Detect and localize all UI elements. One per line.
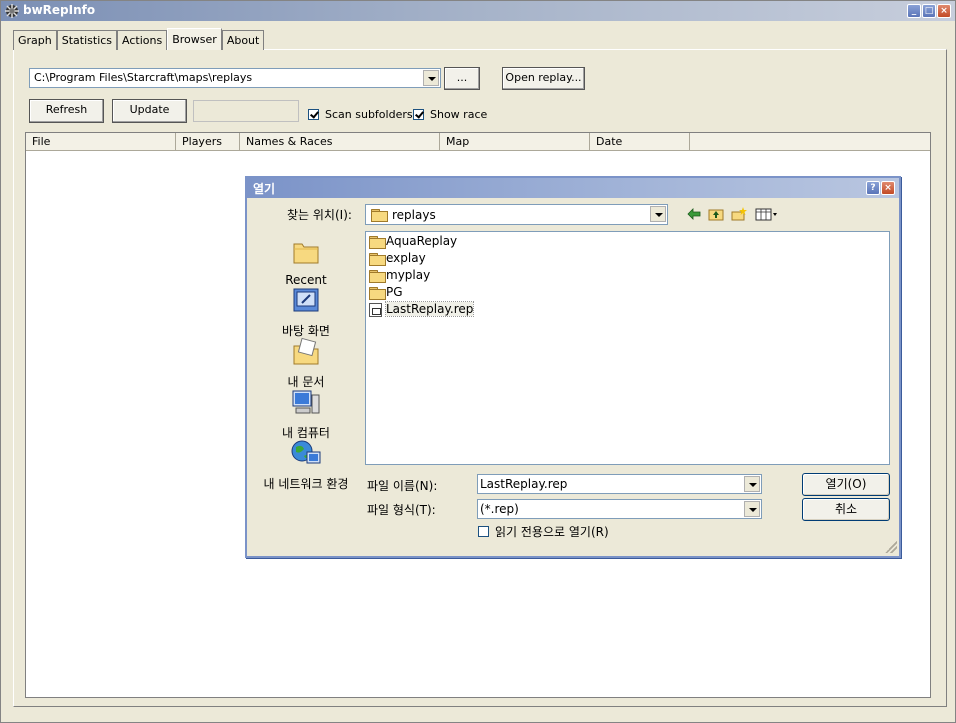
dialog-title: 열기 (253, 182, 276, 196)
resize-grip[interactable] (885, 541, 897, 553)
column-names-races[interactable]: Names & Races (240, 133, 440, 151)
look-in-combo[interactable]: replays (365, 204, 668, 225)
dialog-file-list[interactable]: AquaReplay explay myplay PG LastReplay.r… (365, 231, 890, 465)
column-filler (690, 133, 930, 151)
app-icon (5, 4, 19, 18)
update-button[interactable]: Update (112, 99, 187, 123)
filename-input[interactable]: LastReplay.rep (477, 474, 762, 494)
dialog-open-button[interactable]: 열기(O) (802, 473, 890, 496)
place-network[interactable]: 내 네트워크 환경 (258, 438, 354, 492)
tab-statistics[interactable]: Statistics (56, 30, 118, 50)
place-my-computer[interactable]: 내 컴퓨터 (258, 387, 354, 441)
network-globe-icon (291, 440, 321, 464)
view-menu-icon[interactable] (755, 207, 779, 221)
replay-path-combo[interactable]: C:\Program Files\Starcraft\maps\replays (29, 68, 441, 88)
chevron-down-icon[interactable] (744, 476, 760, 492)
filetype-value: (*.rep) (480, 502, 519, 516)
my-computer-icon (292, 390, 320, 414)
show-race-label: Show race (430, 108, 488, 121)
tab-about[interactable]: About (221, 30, 265, 50)
readonly-checkbox[interactable] (478, 526, 489, 537)
window-title: bwRepInfo (23, 3, 96, 17)
file-name: explay (386, 251, 426, 265)
folder-icon (369, 236, 386, 249)
chevron-down-icon[interactable] (744, 501, 760, 517)
filename-value: LastReplay.rep (480, 477, 568, 491)
folder-icon (369, 253, 386, 266)
dialog-cancel-button[interactable]: 취소 (802, 498, 890, 521)
filename-label: 파일 이름(N): (367, 479, 438, 493)
help-icon[interactable]: ? (866, 181, 880, 195)
look-in-value: replays (392, 208, 436, 222)
close-button[interactable]: × (937, 4, 951, 18)
minimize-button[interactable]: _ (907, 4, 921, 18)
progress-box (193, 100, 299, 122)
column-players[interactable]: Players (176, 133, 240, 151)
file-name: LastReplay.rep (384, 301, 475, 317)
file-name: AquaReplay (386, 234, 458, 248)
dialog-close-button[interactable]: × (881, 181, 895, 195)
my-documents-icon (293, 337, 319, 365)
tab-browser[interactable]: Browser (167, 28, 222, 50)
maximize-button[interactable]: □ (922, 4, 936, 18)
scan-subfolders-checkbox[interactable] (308, 109, 319, 120)
filetype-select[interactable]: (*.rep) (477, 499, 762, 519)
replay-path-value: C:\Program Files\Starcraft\maps\replays (34, 71, 253, 84)
show-race-checkbox[interactable] (413, 109, 424, 120)
place-recent[interactable]: Recent (258, 236, 354, 287)
folder-icon (369, 287, 386, 300)
column-date[interactable]: Date (590, 133, 690, 151)
readonly-label: 읽기 전용으로 열기(R) (495, 525, 609, 539)
tab-bar: Graph Statistics Actions Browser About (13, 28, 265, 50)
place-desktop[interactable]: 바탕 화면 (258, 285, 354, 339)
new-folder-icon[interactable] (731, 207, 747, 221)
chevron-down-icon[interactable] (423, 70, 439, 86)
open-replay-button[interactable]: Open replay... (502, 67, 585, 90)
replay-list-header: File Players Names & Races Map Date (26, 133, 930, 151)
tab-graph[interactable]: Graph (13, 30, 57, 50)
file-name: PG (386, 285, 403, 299)
recent-folder-icon (293, 243, 319, 264)
replay-file-icon (369, 303, 382, 317)
scan-subfolders-label: Scan subfolders (325, 108, 413, 121)
look-in-label: 찾는 위치(I): (287, 208, 352, 222)
up-folder-icon[interactable] (708, 207, 724, 221)
folder-icon (369, 270, 386, 283)
browse-button[interactable]: ... (444, 67, 480, 90)
place-my-documents[interactable]: 내 문서 (258, 336, 354, 390)
tab-actions[interactable]: Actions (117, 30, 168, 50)
place-network-label: 내 네트워크 환경 (263, 477, 349, 491)
file-name: myplay (386, 268, 431, 282)
back-arrow-icon[interactable] (686, 207, 702, 221)
filetype-label: 파일 형식(T): (367, 503, 436, 517)
refresh-button[interactable]: Refresh (29, 99, 104, 123)
folder-icon (371, 209, 388, 222)
desktop-icon (293, 288, 319, 312)
column-file[interactable]: File (26, 133, 176, 151)
dialog-title-bar[interactable]: 열기 ? × (247, 178, 899, 198)
chevron-down-icon[interactable] (650, 206, 666, 222)
title-bar[interactable]: bwRepInfo _ □ × (1, 1, 955, 21)
column-map[interactable]: Map (440, 133, 590, 151)
